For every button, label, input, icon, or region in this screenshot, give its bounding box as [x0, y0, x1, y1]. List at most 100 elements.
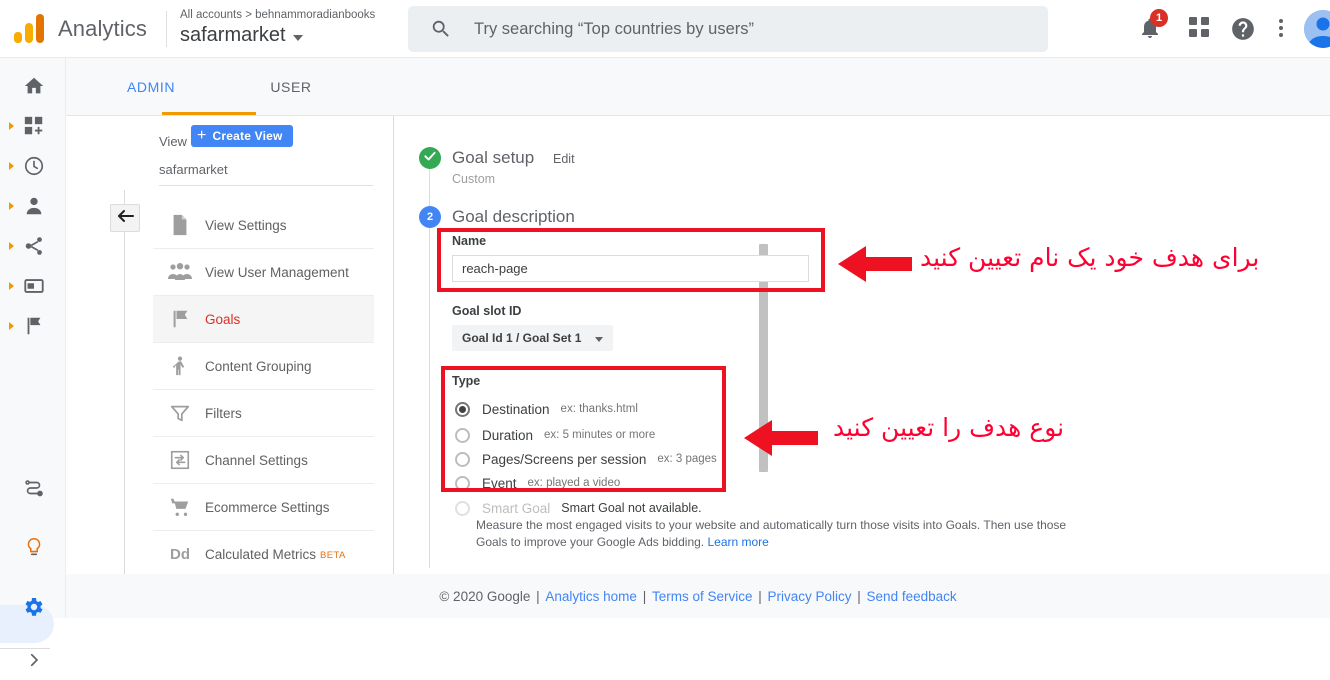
dd-icon: Dd [170, 545, 190, 563]
rail-item-attribution[interactable] [0, 468, 66, 508]
create-view-label: Create View [212, 129, 283, 143]
nav-label: Filters [205, 405, 242, 421]
radio-button[interactable] [455, 451, 470, 467]
rail-item-realtime[interactable] [0, 146, 66, 186]
nav-item-content-grouping[interactable]: Content Grouping [153, 343, 374, 390]
brand-title: Analytics [58, 16, 147, 41]
footer-separator: | [754, 588, 766, 604]
goal-setup-title: Goal setup [452, 148, 535, 167]
footer-separator: | [853, 588, 865, 604]
radio-example: Smart Goal not available. [561, 501, 702, 515]
tab-user[interactable]: USER [241, 58, 341, 116]
dashboard-add-icon [22, 114, 46, 138]
radio-option-destination[interactable]: Destination ex: thanks.html [455, 398, 638, 420]
radio-button[interactable] [455, 401, 470, 417]
rail-item-behavior[interactable] [0, 266, 66, 306]
nav-label: Content Grouping [205, 358, 312, 374]
apps-grid-icon[interactable] [1188, 16, 1214, 42]
goal-name-input[interactable] [452, 255, 809, 282]
document-icon [167, 212, 193, 238]
nav-item-calculated-metrics[interactable]: Dd Calculated Metrics BETA [153, 531, 374, 578]
left-nav-rail [0, 58, 66, 667]
nav-item-ecommerce-settings[interactable]: Ecommerce Settings [153, 484, 374, 531]
radio-option-duration[interactable]: Duration ex: 5 minutes or more [455, 424, 655, 446]
view-section-label: View [159, 134, 187, 149]
create-view-button[interactable]: + Create View [191, 125, 293, 147]
chevron-right-icon [9, 202, 14, 210]
radio-button[interactable] [455, 475, 470, 491]
nav-item-view-settings[interactable]: View Settings [153, 202, 374, 249]
share-nodes-icon [22, 234, 46, 258]
smart-goal-description: Measure the most engaged visits to your … [476, 517, 1076, 551]
goal-slot-id-value: Goal Id 1 / Goal Set 1 [462, 331, 582, 345]
people-icon [167, 259, 193, 285]
tab-active-underline [162, 112, 256, 115]
rail-item-acquisition[interactable] [0, 226, 66, 266]
goal-setup-edit-link[interactable]: Edit [553, 152, 575, 166]
help-circle-icon[interactable] [1230, 16, 1256, 42]
step-2-badge: 2 [419, 206, 441, 228]
radio-label: Smart Goal [482, 500, 551, 516]
footer-link-send-feedback[interactable]: Send feedback [867, 589, 957, 604]
nav-label: View User Management [205, 264, 349, 280]
radio-button [455, 500, 470, 516]
radio-example: ex: thanks.html [560, 403, 638, 415]
card-icon [22, 274, 46, 298]
annotation-text-type: نوع هدف را تعیین کنید [833, 413, 1065, 442]
radio-label: Duration [482, 427, 534, 443]
breadcrumb[interactable]: All accounts > behnammoradianbooks [180, 9, 375, 21]
view-column-scrollbar[interactable] [379, 120, 768, 570]
step-1-complete-badge [419, 147, 441, 169]
rail-item-audience[interactable] [0, 186, 66, 226]
view-settings-column: View + Create View safarmarket View Sett… [153, 120, 383, 578]
rail-item-expand[interactable] [0, 640, 66, 680]
radio-button[interactable] [455, 427, 470, 443]
nav-item-view-user-management[interactable]: View User Management [153, 249, 374, 296]
collapse-panel-button[interactable] [110, 204, 140, 232]
type-field-label: Type [452, 374, 481, 388]
radio-label: Pages/Screens per session [482, 451, 647, 467]
radio-option-smart-goal: Smart Goal Smart Goal not available. [455, 497, 702, 519]
radio-option-pages-screens-per-session[interactable]: Pages/Screens per session ex: 3 pages [455, 448, 717, 470]
rail-item-admin[interactable] [0, 587, 66, 627]
rail-item-discover[interactable] [0, 527, 66, 567]
footer-link-analytics-home[interactable]: Analytics home [545, 589, 637, 604]
column-divider [393, 116, 394, 574]
smart-goal-description-text: Measure the most engaged visits to your … [476, 518, 1067, 549]
search-input[interactable] [472, 18, 1012, 40]
nav-item-goals[interactable]: Goals [153, 296, 374, 343]
learn-more-link[interactable]: Learn more [707, 535, 768, 549]
rail-item-customization[interactable] [0, 106, 66, 146]
radio-option-event[interactable]: Event ex: played a video [455, 472, 620, 494]
chevron-down-icon [292, 34, 303, 41]
footer-links: © 2020 Google | Analytics home | Terms o… [439, 589, 956, 604]
nav-item-channel-settings[interactable]: Channel Settings [153, 437, 374, 484]
nav-label: Goals [205, 311, 241, 327]
rail-item-home[interactable] [0, 66, 66, 106]
notifications-bell-icon[interactable]: 1 [1138, 9, 1168, 42]
account-avatar[interactable] [1304, 10, 1330, 48]
search-box[interactable] [408, 6, 1048, 52]
funnel-icon [167, 400, 193, 426]
annotation-arrow-name [836, 244, 912, 289]
plus-icon: + [197, 127, 207, 144]
current-view-name: safarmarket [159, 162, 228, 177]
tab-admin[interactable]: ADMIN [91, 58, 211, 116]
footer-link-terms-of-service[interactable]: Terms of Service [652, 589, 753, 604]
more-vertical-icon[interactable] [1272, 16, 1290, 42]
footer-separator: | [638, 588, 650, 604]
clock-icon [22, 154, 46, 178]
footer-link-privacy-policy[interactable]: Privacy Policy [768, 589, 852, 604]
nav-label: View Settings [205, 217, 287, 233]
rail-item-conversions[interactable] [0, 306, 66, 346]
nav-label: Ecommerce Settings [205, 499, 330, 515]
view-divider [159, 185, 373, 186]
collapse-rail-line [124, 190, 125, 580]
goal-slot-id-select[interactable]: Goal Id 1 / Goal Set 1 [452, 325, 614, 351]
check-icon [423, 149, 437, 168]
radio-example: ex: played a video [527, 477, 621, 489]
notification-badge: 1 [1150, 9, 1168, 27]
account-selector[interactable]: safarmarket [180, 24, 303, 47]
nav-item-filters[interactable]: Filters [153, 390, 374, 437]
radio-label: Event [482, 475, 517, 491]
